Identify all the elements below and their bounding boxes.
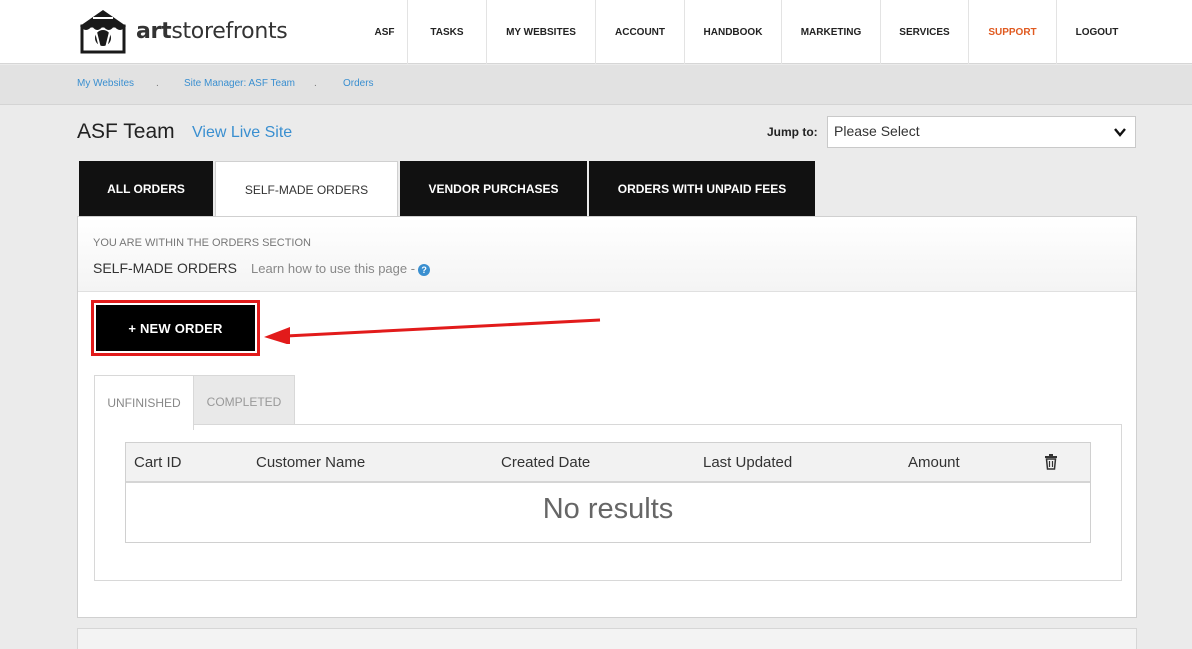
- help-icon[interactable]: ?: [418, 264, 431, 276]
- orders-list-container: Cart ID Customer Name Created Date Last …: [94, 424, 1122, 581]
- breadcrumb-separator: .: [314, 78, 317, 89]
- breadcrumb: My Websites . Site Manager: ASF Team . O…: [0, 65, 1192, 105]
- page-title: ASF Team: [77, 120, 175, 143]
- column-last-updated[interactable]: Last Updated: [703, 454, 792, 471]
- tab-all-orders[interactable]: ALL ORDERS: [79, 161, 213, 216]
- orders-table: Cart ID Customer Name Created Date Last …: [125, 442, 1091, 543]
- nav-handbook[interactable]: HANDBOOK: [685, 0, 782, 64]
- nav-my-websites[interactable]: MY WEBSITES: [487, 0, 596, 64]
- tab-orders-with-unpaid-fees[interactable]: ORDERS WITH UNPAID FEES: [589, 161, 815, 216]
- storefront-logo-icon: [80, 10, 126, 54]
- tab-completed[interactable]: COMPLETED: [193, 375, 295, 429]
- nav-account[interactable]: ACCOUNT: [596, 0, 685, 64]
- section-note: YOU ARE WITHIN THE ORDERS SECTION: [93, 237, 311, 249]
- nav-asf[interactable]: ASF: [362, 0, 408, 64]
- trash-icon[interactable]: [1044, 454, 1058, 470]
- breadcrumb-my-websites[interactable]: My Websites: [77, 78, 134, 89]
- annotation-arrow-icon: [264, 318, 601, 344]
- main-nav: ASF TASKS MY WEBSITES ACCOUNT HANDBOOK M…: [362, 0, 1137, 64]
- jump-to-label: Jump to:: [767, 125, 818, 139]
- top-navigation-bar: artstorefronts ASF TASKS MY WEBSITES ACC…: [0, 0, 1192, 64]
- lower-panel: [77, 628, 1137, 649]
- breadcrumb-orders[interactable]: Orders: [343, 78, 374, 89]
- nav-tasks[interactable]: TASKS: [408, 0, 487, 64]
- brand-logo[interactable]: artstorefronts: [76, 8, 288, 54]
- chevron-down-icon: [1114, 128, 1126, 137]
- brand-wordmark: artstorefronts: [136, 18, 288, 44]
- section-header: YOU ARE WITHIN THE ORDERS SECTION SELF-M…: [78, 217, 1136, 292]
- breadcrumb-separator: .: [156, 78, 159, 89]
- tab-unfinished[interactable]: UNFINISHED: [94, 375, 194, 430]
- new-order-highlight: + NEW ORDER: [91, 300, 260, 356]
- learn-how-link[interactable]: Learn how to use this page -?: [251, 261, 431, 276]
- view-live-site-link[interactable]: View Live Site: [192, 124, 292, 142]
- empty-state-text: No results: [542, 493, 674, 525]
- tab-vendor-purchases[interactable]: VENDOR PURCHASES: [400, 161, 587, 216]
- section-title: SELF-MADE ORDERS: [93, 260, 237, 276]
- nav-logout[interactable]: LOGOUT: [1057, 0, 1137, 64]
- column-created-date[interactable]: Created Date: [501, 454, 590, 471]
- new-order-button[interactable]: + NEW ORDER: [96, 305, 255, 351]
- orders-panel: YOU ARE WITHIN THE ORDERS SECTION SELF-M…: [77, 216, 1137, 618]
- jump-to-select[interactable]: Please Select: [827, 116, 1136, 148]
- column-cart-id[interactable]: Cart ID: [134, 454, 182, 471]
- jump-to-value: Please Select: [834, 123, 920, 139]
- column-customer-name[interactable]: Customer Name: [256, 454, 365, 471]
- nav-support[interactable]: SUPPORT: [969, 0, 1057, 64]
- breadcrumb-site-manager[interactable]: Site Manager: ASF Team: [184, 78, 295, 89]
- table-header: Cart ID Customer Name Created Date Last …: [126, 443, 1090, 483]
- nav-marketing[interactable]: MARKETING: [782, 0, 881, 64]
- nav-services[interactable]: SERVICES: [881, 0, 969, 64]
- tab-self-made-orders[interactable]: SELF-MADE ORDERS: [215, 161, 398, 217]
- column-amount[interactable]: Amount: [908, 454, 960, 471]
